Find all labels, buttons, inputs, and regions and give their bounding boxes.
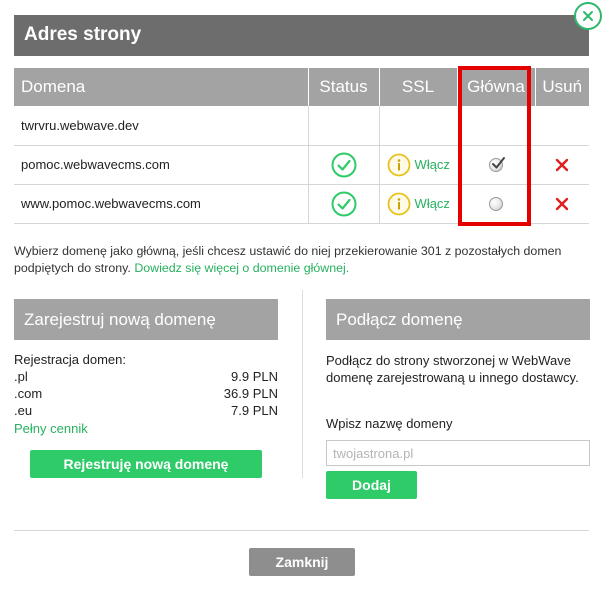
dialog-title: Adres strony <box>24 24 142 45</box>
header-delete: Usuń <box>534 68 589 106</box>
full-price-link[interactable]: Pełny cennik <box>14 421 88 436</box>
price-row: .pl 9.9 PLN <box>14 369 278 384</box>
header-domain: Domena <box>14 68 308 106</box>
price-value: 9.9 PLN <box>231 369 278 384</box>
add-domain-button[interactable]: Dodaj <box>326 471 417 499</box>
register-domain-button[interactable]: Rejestruję nową domenę <box>30 450 262 478</box>
x-icon[interactable] <box>555 197 569 211</box>
domains-table: Domena Status SSL Główna Usuń twrvru.web… <box>14 68 589 224</box>
price-tld: .eu <box>14 403 33 418</box>
main-cell <box>457 184 535 224</box>
domain-input-label: Wpisz nazwę domeny <box>326 416 453 431</box>
header-ssl: SSL <box>378 68 457 106</box>
delete-cell <box>535 184 589 224</box>
domain-input[interactable] <box>326 440 590 466</box>
price-value: 36.9 PLN <box>223 386 278 401</box>
main-domain-info: Wybierz domenę jako główną, jeśli chcesz… <box>14 243 594 277</box>
price-tld: .com <box>14 386 43 401</box>
main-cell <box>457 106 535 146</box>
connect-description: Podłącz do strony stworzonej w WebWave d… <box>326 353 579 385</box>
domain-dialog: Adres strony Domena Status SSL Główna Us… <box>0 0 604 597</box>
header-status: Status <box>307 68 379 106</box>
ssl-cell: Włącz <box>378 184 457 224</box>
section-divider <box>302 290 303 478</box>
connect-section-title: Podłącz domenę <box>326 299 590 340</box>
checked-radio-icon[interactable] <box>489 157 505 173</box>
ssl-cell <box>378 106 457 146</box>
ssl-enable-link[interactable]: Włącz <box>415 196 450 211</box>
table-header-row: Domena Status SSL Główna Usuń <box>14 68 589 106</box>
radio-icon[interactable] <box>489 197 503 212</box>
price-tld: .pl <box>14 369 28 384</box>
check-circle-icon <box>331 152 356 177</box>
status-cell <box>307 106 379 146</box>
header-main: Główna <box>456 68 535 106</box>
check-circle-icon <box>331 191 356 216</box>
domain-name: twrvru.webwave.dev <box>14 106 308 146</box>
ssl-enable-link[interactable]: Włącz <box>415 157 450 172</box>
info-circle-icon <box>387 153 410 176</box>
main-cell <box>457 145 535 185</box>
price-row: .eu 7.9 PLN <box>14 403 278 418</box>
domain-name: www.pomoc.webwavecms.com <box>14 184 308 224</box>
register-label: Rejestracja domen: <box>14 352 126 367</box>
price-row: .com 36.9 PLN <box>14 386 278 401</box>
info-circle-icon <box>387 192 410 215</box>
status-cell <box>307 184 379 224</box>
x-icon[interactable] <box>555 158 569 172</box>
delete-cell <box>535 145 589 185</box>
table-row: pomoc.webwavecms.com Włącz <box>14 145 589 185</box>
table-row: twrvru.webwave.dev <box>14 106 589 146</box>
close-button[interactable] <box>574 2 602 30</box>
delete-cell <box>535 106 589 146</box>
main-domain-learn-more-link[interactable]: Dowiedz się więcej o domenie głównej. <box>134 261 349 275</box>
price-value: 7.9 PLN <box>231 403 278 418</box>
footer-divider <box>14 530 589 531</box>
register-section-title: Zarejestruj nową domenę <box>14 299 278 340</box>
close-dialog-button[interactable]: Zamknij <box>249 548 355 576</box>
domain-name: pomoc.webwavecms.com <box>14 145 308 185</box>
dialog-title-bar: Adres strony <box>14 15 589 56</box>
table-row: www.pomoc.webwavecms.com Włącz <box>14 184 589 224</box>
status-cell <box>307 145 379 185</box>
close-icon <box>583 11 593 21</box>
ssl-cell: Włącz <box>378 145 457 185</box>
